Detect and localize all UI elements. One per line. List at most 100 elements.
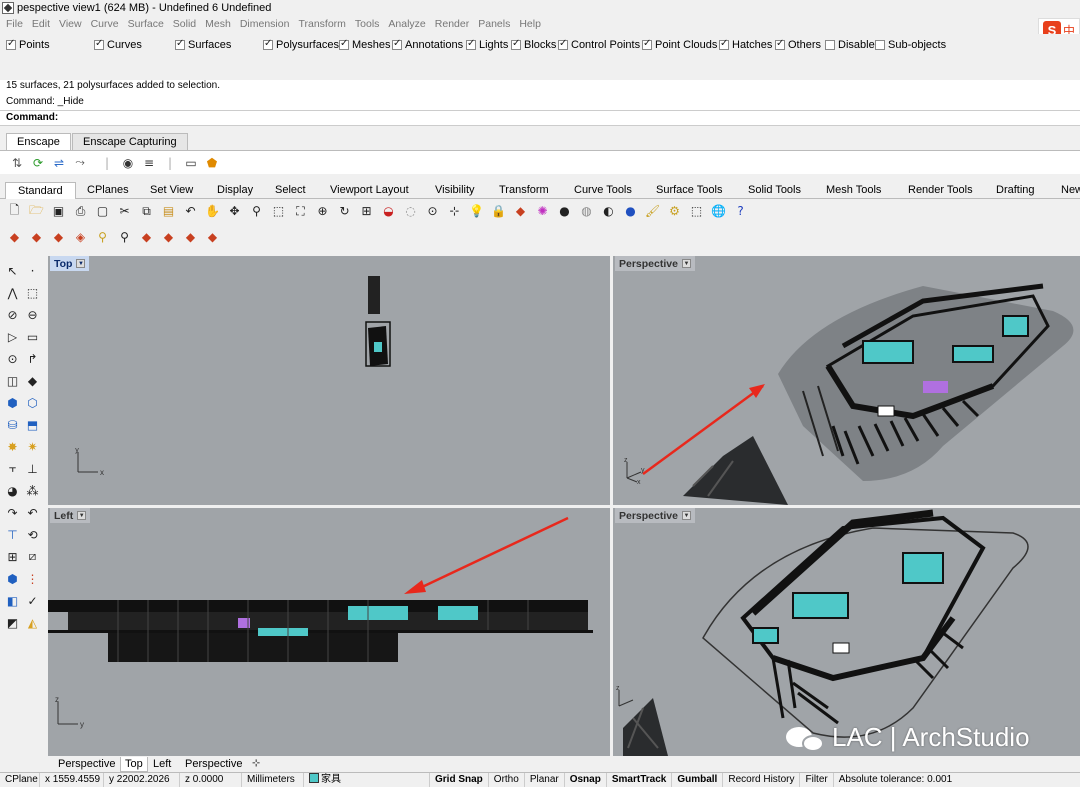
render-tool-2-icon[interactable]: ◆ (28, 229, 45, 246)
filter-disable[interactable]: Disable (825, 38, 875, 52)
settings-gears-icon[interactable]: ⚙ (666, 203, 683, 220)
filter-hatches[interactable]: Hatches (719, 38, 772, 52)
mirror-icon[interactable]: ⧄ (24, 548, 41, 565)
checkbox[interactable] (719, 38, 729, 50)
tab-visibility[interactable]: Visibility (435, 182, 475, 199)
rotate-view-icon[interactable]: ↻ (336, 203, 353, 220)
status-layer[interactable]: 家具 (304, 773, 430, 787)
group-icon[interactable]: ⬚ (688, 203, 705, 220)
filter-meshes[interactable]: Meshes (339, 38, 391, 52)
render-light-icon[interactable]: ⚲ (94, 229, 111, 246)
save-icon[interactable]: ▣ (50, 203, 67, 220)
viewport-left[interactable]: Left ▼ zy (48, 508, 610, 756)
fillet-icon[interactable]: ↱ (24, 350, 41, 367)
enscape-feedback-icon[interactable]: ▭ (182, 154, 200, 172)
cylinder-icon[interactable]: ⛁ (4, 416, 21, 433)
cage-icon[interactable]: ⋮ (24, 570, 41, 587)
join-icon[interactable]: ↷ (4, 504, 21, 521)
render-icon[interactable]: ◐ (600, 203, 617, 220)
sphere-icon[interactable]: ⬡ (24, 394, 41, 411)
menu-render[interactable]: Render (435, 18, 469, 30)
dimension-icon[interactable]: ⊥ (24, 460, 41, 477)
ortho-toggle[interactable]: Ortho (489, 773, 525, 787)
tab-display[interactable]: Display (217, 182, 253, 199)
pan-hand-icon[interactable]: ✋ (204, 203, 221, 220)
filter-point-clouds[interactable]: Point Clouds (642, 38, 717, 52)
checkbox[interactable] (642, 38, 652, 50)
extrude-icon[interactable]: ⬒ (24, 416, 41, 433)
enscape-views-icon[interactable]: ⤳ (71, 154, 89, 172)
render-tool-1-icon[interactable]: ◆ (6, 229, 23, 246)
polygon-icon[interactable]: ▷ (4, 328, 21, 345)
menu-file[interactable]: File (6, 18, 23, 30)
paint-brush-icon[interactable]: 🖌 (644, 203, 661, 220)
checkbox[interactable] (511, 38, 521, 50)
array-icon[interactable]: ⊞ (4, 548, 21, 565)
filter-curves[interactable]: Curves (94, 38, 142, 52)
ellipse-icon[interactable]: ⊖ (24, 306, 41, 323)
tab-select[interactable]: Select (275, 182, 306, 199)
scale-icon[interactable]: ◧ (4, 592, 21, 609)
select-arrow-icon[interactable]: ↖ (4, 262, 21, 279)
erase-icon[interactable]: ◩ (4, 614, 21, 631)
filter-polysurfaces[interactable]: Polysurfaces (263, 38, 339, 52)
zoom-icon[interactable]: ⚲ (248, 203, 265, 220)
tab-new[interactable]: New (1061, 182, 1080, 199)
viewport-tab-top[interactable]: Top (120, 757, 148, 772)
filter-toggle[interactable]: Filter (800, 773, 834, 787)
menu-surface[interactable]: Surface (128, 18, 164, 30)
menu-help[interactable]: Help (519, 18, 541, 30)
circle-icon[interactable]: ⊘ (4, 306, 21, 323)
filter-surfaces[interactable]: Surfaces (175, 38, 231, 52)
boolean-icon[interactable]: ✸ (4, 438, 21, 455)
filter-lights[interactable]: Lights (466, 38, 508, 52)
render-tool-3-icon[interactable]: ◆ (50, 229, 67, 246)
menu-view[interactable]: View (59, 18, 82, 30)
import-icon[interactable]: ▢ (94, 203, 111, 220)
color-wheel-icon[interactable]: ✺ (534, 203, 551, 220)
checkbox[interactable] (825, 40, 835, 50)
filter-points[interactable]: Points (6, 38, 50, 52)
four-viewports-icon[interactable]: ⊞ (358, 203, 375, 220)
menu-dimension[interactable]: Dimension (240, 18, 290, 30)
box-icon[interactable]: ⬢ (4, 394, 21, 411)
enscape-start-icon[interactable]: ⇅ (8, 154, 26, 172)
lock-icon[interactable]: 🔒 (490, 203, 507, 220)
paste-icon[interactable]: ▤ (160, 203, 177, 220)
enscape-shield-icon[interactable]: ⬟ (203, 154, 221, 172)
points-on-icon[interactable]: ⁂ (24, 482, 41, 499)
tab-transform[interactable]: Transform (499, 182, 549, 199)
enscape-video-icon[interactable]: ◉ (119, 154, 137, 172)
copy-icon[interactable]: ⧉ (138, 203, 155, 220)
zoom-extents-icon[interactable]: ⛶ (292, 203, 309, 220)
enscape-settings-icon[interactable]: ≡ (140, 154, 158, 172)
menu-mesh[interactable]: Mesh (205, 18, 231, 30)
record-history-toggle[interactable]: Record History (723, 773, 801, 787)
viewport-perspective-2[interactable]: Perspective ▼ z (613, 508, 1080, 756)
planar-toggle[interactable]: Planar (525, 773, 565, 787)
analyze-icon[interactable]: ◕ (4, 482, 21, 499)
solid-edit-icon[interactable]: ⬢ (4, 570, 21, 587)
offset-icon[interactable]: ◆ (24, 372, 41, 389)
checkbox[interactable] (392, 38, 402, 50)
viewport-perspective-1[interactable]: Perspective ▼ zyx (613, 256, 1080, 505)
shaded-sphere-icon[interactable]: ● (556, 203, 573, 220)
layer-icon[interactable]: ◆ (512, 203, 529, 220)
viewport-tab-perspective[interactable]: Perspective (54, 757, 119, 772)
render-tool-10-icon[interactable]: ◆ (204, 229, 221, 246)
checkbox[interactable] (558, 38, 568, 50)
filter-annotations[interactable]: Annotations (392, 38, 463, 52)
open-file-icon[interactable]: 🗁 (28, 203, 45, 220)
menu-solid[interactable]: Solid (173, 18, 196, 30)
tab-standard[interactable]: Standard (5, 182, 76, 199)
filter-sub-objects[interactable]: Sub-objects (875, 38, 946, 52)
checkbox[interactable] (339, 38, 349, 50)
tab-render-tools[interactable]: Render Tools (908, 182, 973, 199)
render-tool-8-icon[interactable]: ◆ (160, 229, 177, 246)
point-icon[interactable]: · (24, 262, 41, 279)
tab-viewport-layout[interactable]: Viewport Layout (330, 182, 409, 199)
menu-panels[interactable]: Panels (478, 18, 510, 30)
help-icon[interactable]: ? (732, 203, 749, 220)
tab-enscape[interactable]: Enscape (6, 133, 71, 150)
polyline-icon[interactable]: ⋀ (4, 284, 21, 301)
